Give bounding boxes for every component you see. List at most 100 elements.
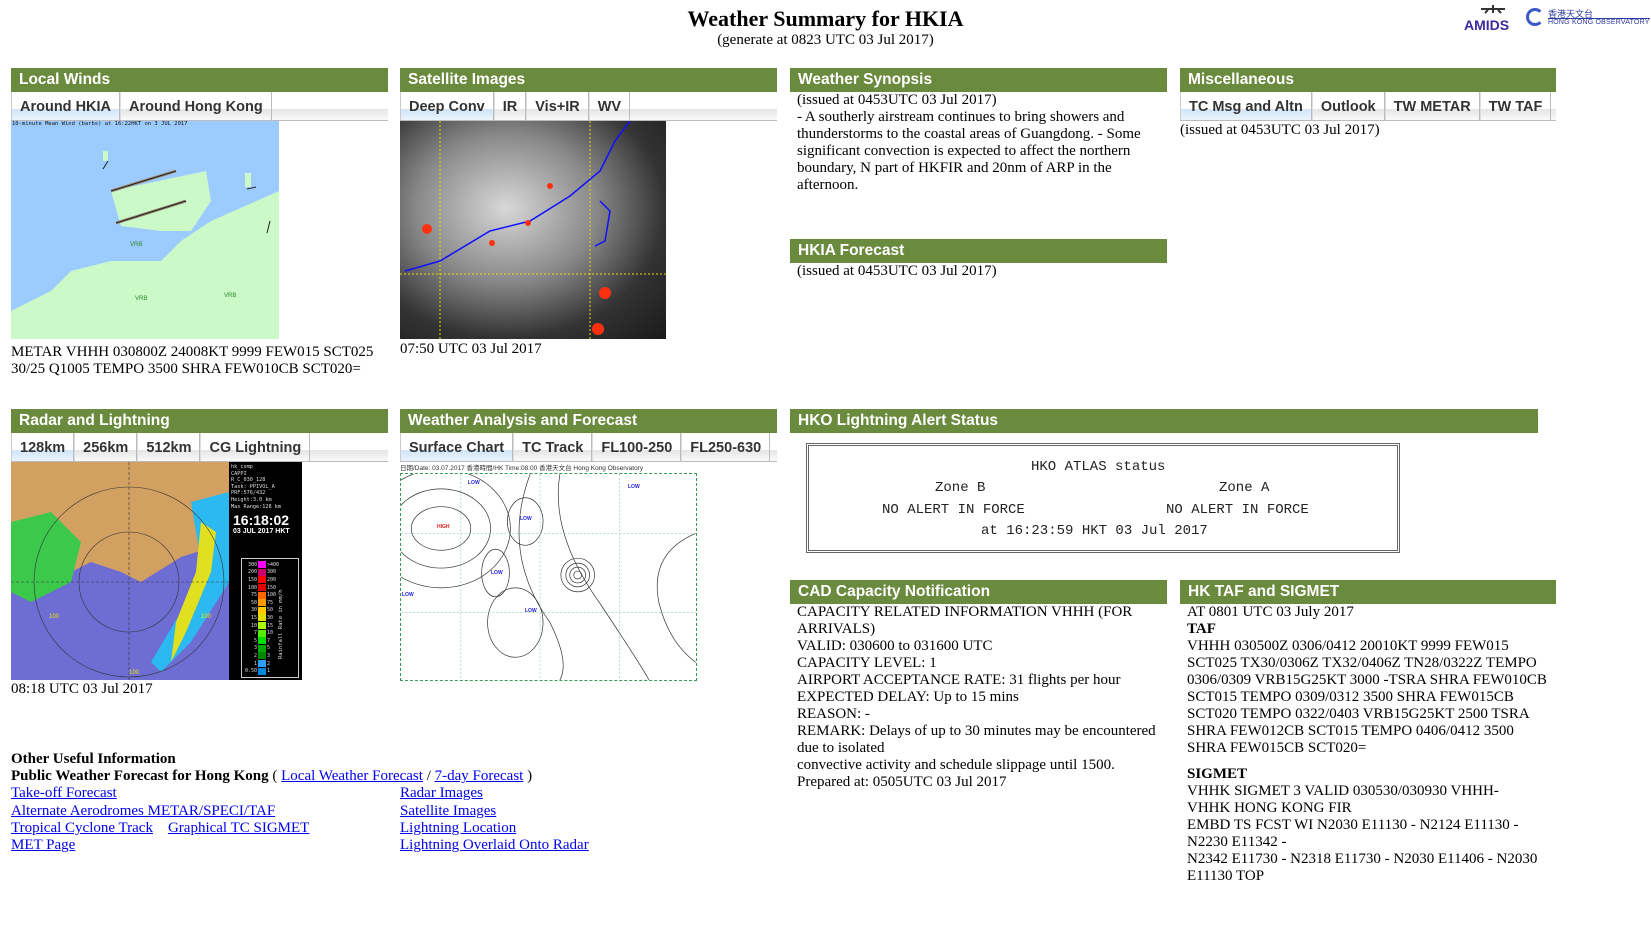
legend-swatch: [258, 652, 266, 660]
zone-a-label: Zone A: [1219, 480, 1270, 496]
cad-line: CAPACITY LEVEL: 1: [797, 655, 937, 671]
tab-tc-msg-altn[interactable]: TC Msg and Altn: [1180, 92, 1312, 120]
legend-swatch: [258, 561, 266, 569]
radar-image: 100 100 100 hk_comp CAPPI R_C_030_128 Ta…: [11, 462, 302, 680]
atlas-time: at 16:23:59 HKT 03 Jul 2017: [981, 523, 1208, 539]
range-label: 100: [49, 614, 60, 620]
legend-row: 10 15: [244, 622, 279, 630]
tab-around-hong-kong[interactable]: Around Hong Kong: [120, 92, 272, 120]
taf-text: VHHH 030500Z 0306/0412 20010KT 9999 FEW0…: [1187, 638, 1547, 756]
wind-map-caption: 10-minute Mean Wind (barbs) at 16:22HKT …: [12, 121, 188, 127]
legend-value: 10: [267, 630, 274, 637]
analysis-tabs: Surface Chart TC Track FL100-250 FL250-6…: [400, 433, 777, 462]
satellite-timestamp: 07:50 UTC 03 Jul 2017: [400, 341, 542, 357]
satellite-images-link[interactable]: Satellite Images: [400, 803, 496, 819]
tab-tw-taf[interactable]: TW TAF: [1479, 92, 1552, 120]
legend-swatch: [258, 576, 266, 584]
local-weather-forecast-link[interactable]: Local Weather Forecast: [281, 768, 423, 784]
tab-deep-conv[interactable]: Deep Conv: [400, 92, 494, 120]
synopsis-panel: Weather Synopsis (issued at 0453UTC 03 J…: [790, 68, 1167, 194]
other-info-section: Other Useful Information Public Weather …: [11, 751, 711, 854]
tab-256km[interactable]: 256km: [74, 433, 138, 461]
satellite-tabs: Deep Conv IR Vis+IR WV: [400, 92, 777, 121]
pressure-low: LOW: [520, 516, 532, 522]
sigmet-line: VHHK SIGMET 3 VALID 030530/030930 VHHH-: [1187, 783, 1499, 799]
alternate-aerodromes-link[interactable]: Alternate Aerodromes METAR/SPECI/TAF: [11, 803, 275, 819]
tab-128km[interactable]: 128km: [11, 433, 75, 461]
taf-sigmet-panel: HK TAF and SIGMET AT 0801 UTC 03 July 20…: [1180, 580, 1556, 885]
legend-row: 7 10: [244, 629, 279, 637]
lightning-alert-panel: HKO Lightning Alert Status: [790, 409, 1538, 433]
hko-emblem-icon: [1526, 8, 1544, 26]
legend-value: 0.50: [244, 668, 257, 675]
chart-header: 日期/Date: 03.07.2017 香港時間/HK Time:08:00 香…: [400, 465, 644, 472]
cad-line: VALID: 030600 to 031600 UTC: [797, 638, 993, 654]
legend-row: 50 75: [244, 599, 279, 607]
tab-vis-ir[interactable]: Vis+IR: [526, 92, 589, 120]
panel-title: HK TAF and SIGMET: [1180, 580, 1556, 604]
cad-line: REASON: -: [797, 706, 870, 722]
local-winds-map: 10-minute Mean Wind (barbs) at 16:22HKT …: [11, 121, 279, 339]
lightning-overlay-link[interactable]: Lightning Overlaid Onto Radar: [400, 837, 589, 853]
panel-title: Weather Synopsis: [790, 68, 1167, 92]
legend-swatch: [258, 614, 266, 622]
tab-fl100-250[interactable]: FL100-250: [592, 433, 682, 461]
airplane-icon: [1481, 5, 1505, 14]
legend-value: 15: [250, 614, 257, 621]
tab-tc-track[interactable]: TC Track: [513, 433, 593, 461]
pressure-low: LOW: [491, 570, 503, 576]
legend-row: 200 300: [244, 568, 279, 577]
misc-panel: Miscellaneous TC Msg and Altn Outlook TW…: [1180, 68, 1556, 139]
tab-surface-chart[interactable]: Surface Chart: [400, 433, 514, 461]
legend-value: 2: [267, 660, 271, 667]
legend-value: 1: [267, 668, 271, 675]
legend-value: 300: [267, 569, 277, 576]
legend-title: Rainfall Rate in mm/h: [278, 589, 284, 659]
legend-value: 30: [250, 607, 257, 614]
legend-swatch: [258, 644, 266, 652]
legend-swatch: [258, 667, 266, 675]
legend-value: 30: [267, 614, 274, 621]
legend-value: 50: [250, 599, 257, 606]
tab-outlook[interactable]: Outlook: [1311, 92, 1385, 120]
local-winds-tabs: Around HKIA Around Hong Kong: [11, 92, 388, 121]
tab-tw-metar[interactable]: TW METAR: [1384, 92, 1480, 120]
tc-track-link[interactable]: Tropical Cyclone Track: [11, 820, 153, 836]
cad-line: EXPECTED DELAY: Up to 15 mins: [797, 689, 1019, 705]
tab-fl250-630[interactable]: FL250-630: [681, 433, 771, 461]
tab-wv[interactable]: WV: [588, 92, 631, 120]
sigmet-line: VHHK HONG KONG FIR: [1187, 800, 1352, 816]
legend-value: 7: [267, 637, 271, 644]
legend-value: 7: [253, 630, 257, 637]
legend-swatch: [258, 660, 266, 668]
legend-value: 150: [247, 576, 257, 583]
met-page-link[interactable]: MET Page: [11, 837, 75, 853]
legend-value: >400: [267, 561, 280, 568]
legend-swatch: [258, 622, 266, 630]
radar-info: hk_comp CAPPI R_C_030_128 Task: PPIVOL_A…: [231, 464, 281, 510]
pressure-low: LOW: [402, 592, 414, 598]
legend-value: 75: [267, 599, 274, 606]
hko-logo[interactable]: 香港天文台 HONG KONG OBSERVATORY: [1526, 6, 1651, 32]
amids-logo[interactable]: AMIDS: [1462, 4, 1518, 34]
takeoff-forecast-link[interactable]: Take-off Forecast: [11, 785, 117, 801]
tab-around-hkia[interactable]: Around HKIA: [11, 92, 121, 120]
legend-row: 150 200: [244, 576, 279, 584]
radar-images-link[interactable]: Radar Images: [400, 785, 483, 801]
hkia-forecast-panel: HKIA Forecast (issued at 0453UTC 03 Jul …: [790, 239, 1167, 280]
legend-swatch: [258, 637, 266, 645]
map-label-vrb: VRB: [130, 242, 143, 248]
panel-title: Radar and Lightning: [11, 409, 388, 433]
map-label-vrb: VRB: [224, 293, 237, 299]
graphical-tc-sigmet-link[interactable]: Graphical TC SIGMET: [168, 820, 309, 836]
taf-time: AT 0801 UTC 03 July 2017: [1187, 604, 1354, 620]
atlas-title: HKO ATLAS status: [1031, 459, 1166, 475]
tab-ir[interactable]: IR: [493, 92, 527, 120]
seven-day-forecast-link[interactable]: 7-day Forecast: [435, 768, 524, 784]
other-info-heading: Other Useful Information: [11, 751, 176, 767]
lightning-location-link[interactable]: Lightning Location: [400, 820, 516, 836]
legend-swatch: [258, 568, 266, 576]
tab-512km[interactable]: 512km: [137, 433, 201, 461]
range-label: 100: [201, 614, 212, 620]
tab-cg-lightning[interactable]: CG Lightning: [200, 433, 311, 461]
